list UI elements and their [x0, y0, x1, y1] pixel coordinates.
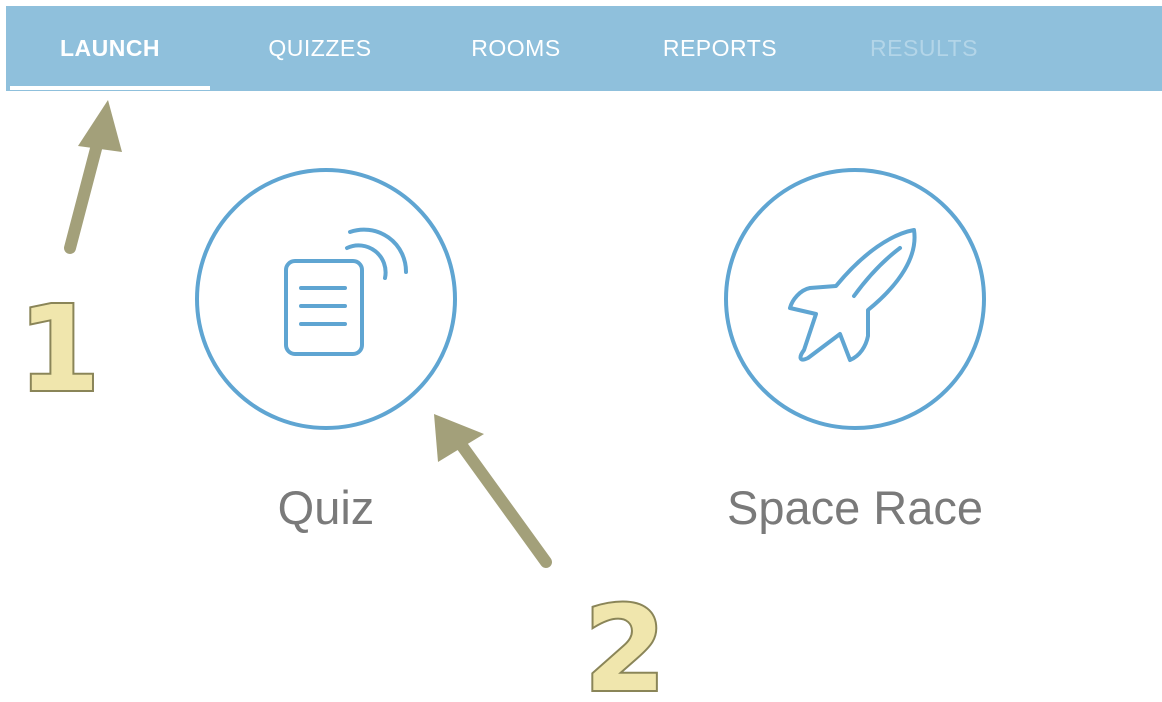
- arrow-1-icon: [64, 100, 122, 254]
- app-screen: LAUNCH QUIZZES ROOMS REPORTS RESULTS Qui…: [0, 0, 1162, 702]
- annotation-step-1: 1: [16, 280, 102, 418]
- arrow-2-icon: [434, 414, 552, 568]
- annotation-step-2: 2: [582, 580, 668, 702]
- annotation-arrows: [64, 100, 552, 568]
